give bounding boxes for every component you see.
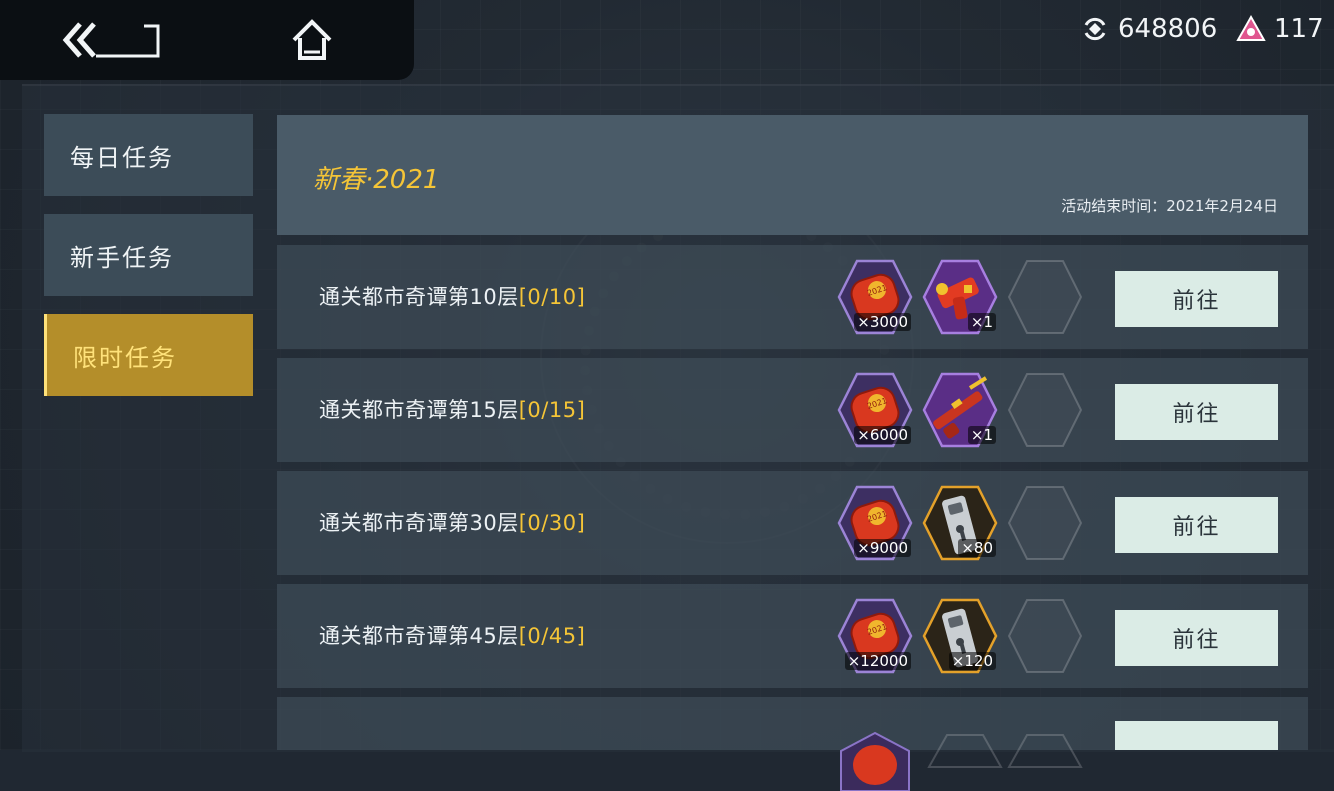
task-label: 通关都市奇谭第30层[0/30] [319, 507, 585, 537]
reward-quantity: ×3000 [854, 313, 911, 331]
task-name: 通关都市奇谭第45层 [319, 624, 519, 648]
go-button-partial[interactable] [1115, 721, 1278, 750]
empty-slot-icon [1007, 486, 1083, 560]
reward-empty-slot [1005, 370, 1085, 450]
go-button[interactable]: 前往 [1115, 384, 1278, 440]
event-header: 新春·2021 活动结束时间：2021年2月24日 [277, 115, 1308, 235]
task-row: 通关都市奇谭第10层[0/10] 2021 ×3000 ×1 前往 [277, 245, 1308, 349]
task-progress: [0/45] [518, 624, 586, 648]
coin-counter: 648806 [1080, 12, 1217, 46]
reward-red-packet[interactable]: 2021 ×9000 [835, 483, 915, 563]
reward-quantity: ×6000 [854, 426, 911, 444]
tab-label: 限时任务 [73, 343, 177, 372]
gem-counter: 117 [1236, 12, 1324, 46]
back-button[interactable] [60, 18, 164, 62]
empty-slot-icon [1007, 599, 1083, 673]
go-button[interactable]: 前往 [1115, 610, 1278, 666]
reward-quantity: ×9000 [854, 539, 911, 557]
reward-quantity: ×120 [948, 652, 996, 670]
event-end-time: 活动结束时间：2021年2月24日 [1061, 197, 1278, 215]
coin-icon [1084, 17, 1106, 41]
home-icon [292, 19, 332, 60]
tab-daily-tasks[interactable]: 每日任务 [44, 114, 253, 196]
gem-icon [1236, 14, 1266, 41]
empty-slot-icon [1007, 260, 1083, 334]
empty-slot-icon [1007, 734, 1083, 768]
task-label: 通关都市奇谭第15层[0/15] [319, 394, 585, 424]
task-name: 通关都市奇谭第10层 [319, 285, 519, 309]
task-name: 通关都市奇谭第15层 [319, 398, 519, 422]
home-button[interactable] [288, 16, 336, 64]
task-progress: [0/15] [518, 398, 586, 422]
reward-empty-slot [1005, 483, 1085, 563]
event-title: 新春·2021 [313, 165, 440, 195]
tab-label: 新手任务 [70, 243, 174, 272]
coin-amount: 648806 [1118, 14, 1218, 44]
reward-red-packet[interactable]: 2021 ×6000 [835, 370, 915, 450]
reward-empty-slot [1005, 257, 1085, 337]
reward-quantity: ×80 [958, 539, 996, 557]
go-button[interactable]: 前往 [1115, 271, 1278, 327]
reward-quantity: ×1 [967, 313, 996, 331]
reward-red-packet[interactable]: 2021 ×3000 [835, 257, 915, 337]
reward-item[interactable]: ×1 [920, 370, 1000, 450]
tab-limited-tasks[interactable]: 限时任务 [44, 314, 253, 396]
task-progress: [0/10] [518, 285, 586, 309]
reward-item[interactable]: ×120 [920, 596, 1000, 676]
tab-newbie-tasks[interactable]: 新手任务 [44, 214, 253, 296]
red-packet-icon [840, 731, 910, 791]
task-name: 通关都市奇谭第30层 [319, 511, 519, 535]
empty-slot-icon [1007, 373, 1083, 447]
go-button[interactable]: 前往 [1115, 497, 1278, 553]
gem-amount: 117 [1274, 14, 1324, 44]
reward-quantity: ×1 [967, 426, 996, 444]
task-row-partial [277, 697, 1308, 791]
reward-item[interactable]: ×1 [920, 257, 1000, 337]
reward-quantity: ×12000 [844, 652, 911, 670]
reward-empty-slot [1005, 596, 1085, 676]
task-row: 通关都市奇谭第45层[0/45] 2021 ×12000 ×120 前往 [277, 584, 1308, 688]
task-progress: [0/30] [518, 511, 586, 535]
back-arrow-icon [62, 22, 160, 58]
tab-label: 每日任务 [70, 143, 174, 172]
task-label: 通关都市奇谭第45层[0/45] [319, 620, 585, 650]
task-label: 通关都市奇谭第10层[0/10] [319, 281, 585, 311]
reward-red-packet[interactable]: 2021 ×12000 [835, 596, 915, 676]
reward-item[interactable]: ×80 [920, 483, 1000, 563]
task-row: 通关都市奇谭第30层[0/30] 2021 ×9000 ×80 前往 [277, 471, 1308, 575]
empty-slot-icon [927, 734, 1003, 768]
task-row: 通关都市奇谭第15层[0/15] 2021 ×6000 ×1 前往 [277, 358, 1308, 462]
top-bar [0, 0, 414, 80]
